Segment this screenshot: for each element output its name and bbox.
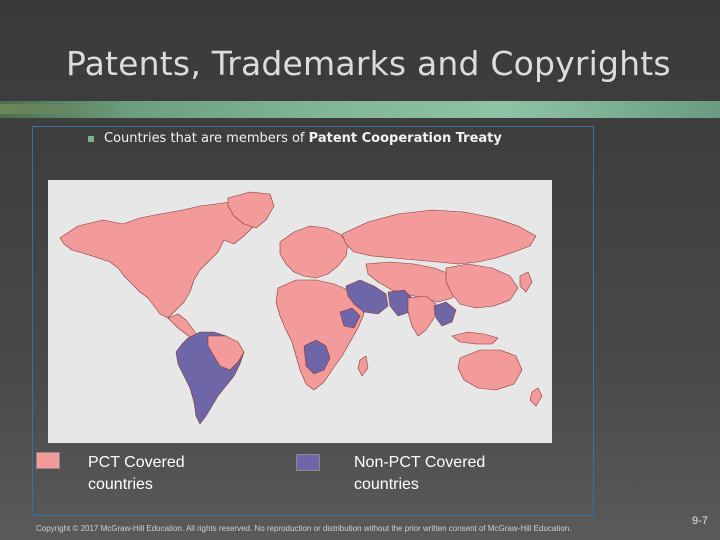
legend-label-pct-line1: PCT Covered: [88, 454, 185, 471]
legend-label-non-pct-line1: Non-PCT Covered: [354, 454, 486, 471]
bullet-text: Countries that are members of: [104, 131, 309, 146]
map-region-madagascar: [357, 355, 369, 377]
legend-swatch-non-pct: [296, 454, 320, 471]
map-region-southeast-asia-non-pct: [433, 301, 457, 327]
decorative-banner-accent: [0, 104, 120, 114]
map-region-europe: [279, 225, 349, 279]
bullet-bold-text: Patent Cooperation Treaty: [308, 131, 502, 146]
legend-label-non-pct-line2: countries: [354, 476, 419, 493]
map-region-indonesia: [451, 331, 499, 345]
world-map-svg: [59, 191, 543, 425]
slide-title: Patents, Trademarks and Copyrights: [66, 44, 671, 83]
map-region-new-zealand: [529, 387, 543, 407]
bullet-square-icon: [88, 135, 94, 142]
world-map: [48, 180, 552, 443]
legend-label-pct: PCT Covered countries: [88, 452, 185, 496]
map-region-russia: [341, 209, 537, 265]
map-region-india: [407, 295, 437, 337]
legend-label-non-pct: Non-PCT Covered countries: [354, 452, 485, 496]
page-number: 9-7: [692, 515, 708, 527]
map-region-japan: [519, 271, 533, 293]
map-region-australia: [457, 349, 523, 391]
legend-swatch-pct: [36, 452, 60, 469]
bullet-item: Countries that are members of Patent Coo…: [88, 131, 502, 146]
legend-label-pct-line2: countries: [88, 476, 153, 493]
copyright-footer: Copyright © 2017 McGraw-Hill Education. …: [36, 524, 572, 533]
map-region-east-asia: [445, 263, 519, 309]
